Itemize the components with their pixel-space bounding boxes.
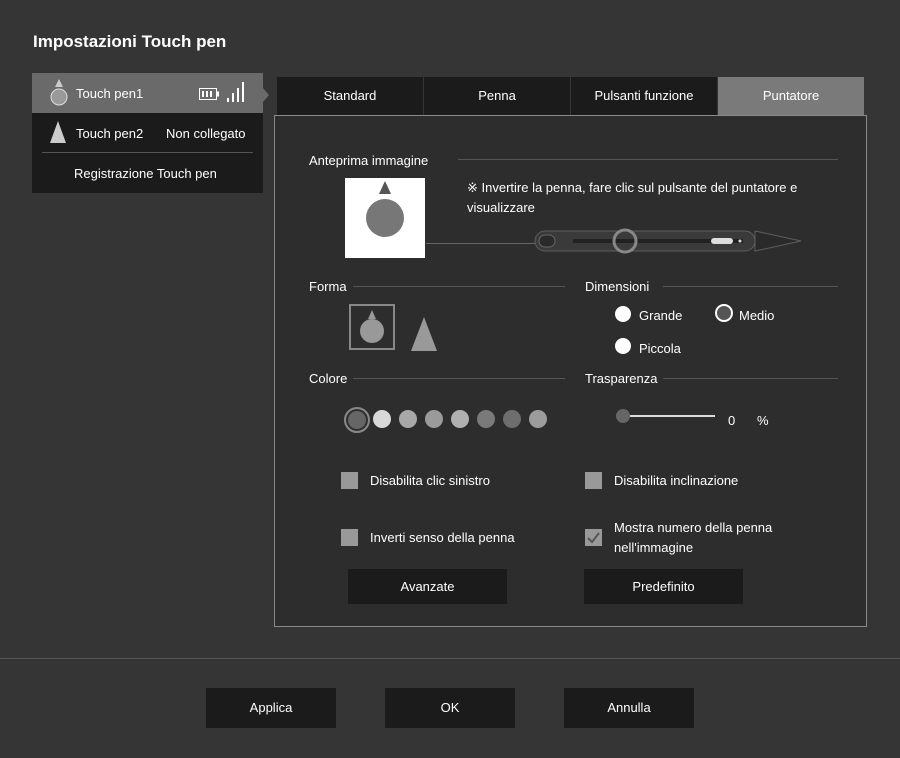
color-swatch[interactable] (425, 410, 443, 428)
sidebar-item-label: Registrazione Touch pen (74, 166, 217, 181)
default-button[interactable]: Predefinito (584, 569, 743, 604)
size-grande-radio[interactable] (615, 306, 631, 322)
color-swatch[interactable] (477, 410, 495, 428)
cancel-button[interactable]: Annulla (564, 688, 694, 728)
preview-section-title: Anteprima immagine (309, 153, 429, 168)
pen-list: Touch pen1 Touch pen2 Non collegato Regi… (32, 73, 263, 193)
tab-standard[interactable]: Standard (277, 77, 423, 115)
circle-pointer-icon (360, 310, 384, 343)
transparency-slider-track[interactable] (621, 415, 715, 417)
shape-section-title: Forma (309, 279, 347, 294)
window-title: Impostazioni Touch pen (33, 32, 227, 51)
disable-left-click-checkbox[interactable] (341, 472, 358, 489)
divider (458, 159, 838, 160)
pointer-preview-icon (366, 181, 404, 237)
invert-direction-checkbox[interactable] (341, 529, 358, 546)
divider (353, 378, 565, 379)
sidebar-item-register-pen[interactable]: Registrazione Touch pen (32, 153, 263, 193)
sidebar-item-label: Touch pen2 (76, 126, 144, 141)
size-section-title: Dimensioni (585, 279, 650, 294)
size-piccola-label: Piccola (639, 341, 681, 356)
disable-tilt-label: Disabilita inclinazione (614, 473, 739, 488)
disable-left-click-label: Disabilita clic sinistro (370, 473, 490, 488)
transparency-slider-handle[interactable] (616, 409, 630, 423)
transparency-value: 0 (728, 413, 736, 428)
pen-illustration-icon (534, 228, 802, 254)
transparency-section-title: Trasparenza (585, 371, 658, 386)
color-swatch[interactable] (373, 410, 391, 428)
preview-connector-line (426, 243, 546, 244)
divider (0, 658, 900, 659)
sidebar-item-touch-pen1[interactable]: Touch pen1 (32, 73, 263, 113)
pen-arrow-icon (50, 121, 66, 143)
color-swatch[interactable] (529, 410, 547, 428)
connection-status: Non collegato (166, 126, 246, 141)
tab-puntatore[interactable]: Puntatore (718, 77, 864, 115)
advanced-button[interactable]: Avanzate (348, 569, 507, 604)
color-swatch[interactable] (503, 410, 521, 428)
divider (353, 286, 565, 287)
color-swatches (343, 406, 563, 434)
arrow-pointer-icon (411, 317, 437, 351)
color-swatch[interactable] (451, 410, 469, 428)
size-medio-label: Medio (739, 308, 775, 323)
invert-direction-label: Inverti senso della penna (370, 530, 515, 545)
size-piccola-radio[interactable] (615, 338, 631, 354)
signal-icon (227, 82, 244, 102)
size-medio-radio[interactable] (715, 304, 733, 322)
ok-button[interactable]: OK (385, 688, 515, 728)
tab-bar: Standard Penna Pulsanti funzione Puntato… (277, 77, 865, 121)
sidebar-item-touch-pen2[interactable]: Touch pen2 Non collegato (32, 113, 263, 153)
preview-note: ※ Invertire la penna, fare clic sul puls… (467, 180, 798, 215)
preview-box (345, 178, 425, 258)
tab-penna[interactable]: Penna (424, 77, 570, 115)
size-grande-label: Grande (639, 308, 683, 323)
checkmark-icon (587, 532, 600, 544)
color-swatch[interactable] (399, 410, 417, 428)
shape-option-circle[interactable] (349, 304, 395, 350)
pointer-settings-panel: Anteprima immagine ※ Invertire la penna,… (274, 115, 867, 627)
color-section-title: Colore (309, 371, 348, 386)
divider (663, 378, 838, 379)
show-pen-number-checkbox[interactable] (585, 529, 602, 546)
show-pen-number-label: Mostra numero della penna nell'immagine (614, 520, 773, 555)
sidebar-item-label: Touch pen1 (76, 86, 144, 101)
color-swatch[interactable] (344, 407, 370, 433)
pen-pointer-icon (50, 79, 68, 106)
transparency-unit: % (757, 413, 769, 428)
battery-icon (199, 88, 219, 100)
tab-pulsanti-funzione[interactable]: Pulsanti funzione (571, 77, 717, 115)
disable-tilt-checkbox[interactable] (585, 472, 602, 489)
apply-button[interactable]: Applica (206, 688, 336, 728)
selection-arrow (263, 88, 269, 102)
divider (663, 286, 838, 287)
shape-option-arrow[interactable] (408, 315, 440, 353)
